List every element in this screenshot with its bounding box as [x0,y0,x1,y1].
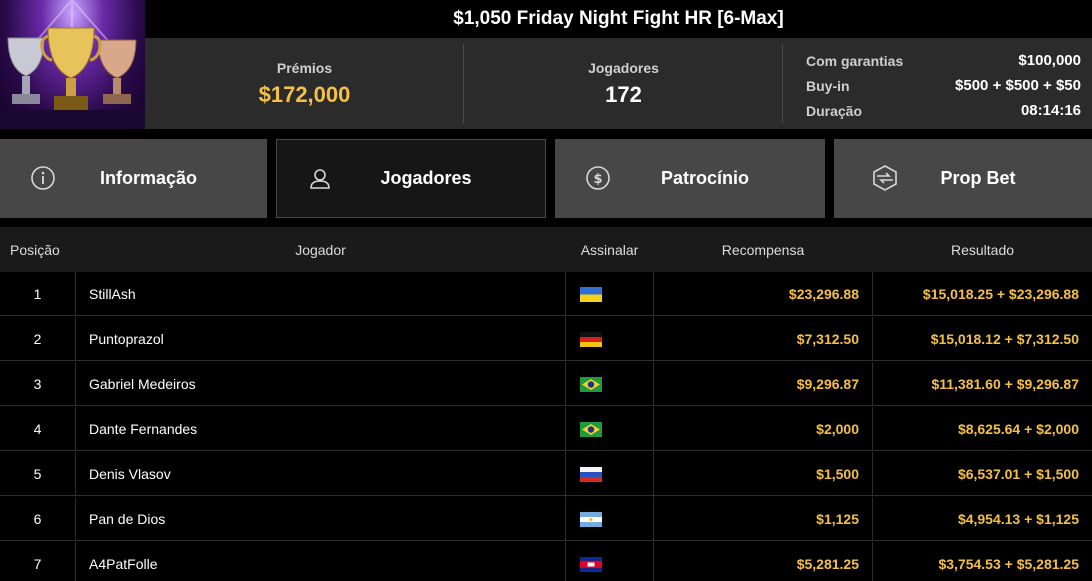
flag-cell [566,317,653,361]
divider [782,44,783,123]
tournament-info-bar: Prémios $172,000 Jogadores 172 Com garan… [145,38,1092,129]
player-name[interactable]: Pan de Dios [76,497,565,541]
result-cell: $11,381.60 + $9,296.87 [931,376,1079,392]
flag-cell [566,362,653,406]
player-name[interactable]: Dante Fernandes [76,407,565,451]
detail-duration: Duração 08:14:16 [806,98,1081,123]
ukraine-flag-icon [580,286,602,302]
reward-cell: $7,312.50 [796,331,859,347]
flag-cell [566,452,653,496]
brazil-flag-icon [580,376,602,392]
table-row[interactable]: 1 StillAsh $23,296.88 $15,018.25 + $23,296.… [0,272,1092,316]
position-cell: 1 [33,286,42,302]
tab-patrocinio[interactable]: $ Patrocínio [555,139,825,218]
position-cell: 7 [33,556,42,572]
players-label: Jogadores [588,59,659,76]
column-header-reward[interactable]: Recompensa [654,227,872,272]
position-cell: 5 [33,466,42,482]
column-header-player[interactable]: Jogador [76,227,565,272]
flag-cell [566,497,653,541]
brazil-flag-icon [580,421,602,437]
detail-value: $100,000 [1018,52,1081,69]
player-name[interactable]: Denis Vlasov [76,452,565,496]
reward-cell: $9,296.87 [796,376,859,392]
position-cell: 3 [33,376,42,392]
table-row[interactable]: 3 Gabriel Medeiros $9,296.87 $11,381.60 + $… [0,362,1092,406]
column-header-result[interactable]: Resultado [873,227,1092,272]
flag-cell [566,272,653,316]
trophy-cups-image [0,0,145,129]
detail-value: 08:14:16 [1020,102,1081,119]
result-cell: $15,018.25 + $23,296.88 [922,286,1079,302]
player-name[interactable]: Puntoprazol [76,317,565,361]
germany-flag-icon [580,331,602,347]
prize-value: $172,000 [258,81,351,107]
players-count: 172 [605,81,642,107]
table-header: Posição Jogador Assinalar Recompensa Res… [0,227,1092,272]
column-header-flag[interactable]: Assinalar [566,227,653,272]
flag-cell [566,407,653,451]
svg-text:$: $ [593,172,602,187]
detail-value: $500 + $500 + $50 [955,77,1081,94]
reward-cell: $23,296.88 [788,286,859,302]
players-stat: Jogadores 172 [464,38,783,129]
reward-cell: $5,281.25 [796,556,859,572]
player-name[interactable]: StillAsh [76,272,565,316]
position-cell: 2 [33,331,42,347]
result-cell: $15,018.12 + $7,312.50 [930,331,1079,347]
detail-key: Com garantias [806,52,904,69]
prop-bet-icon [873,165,897,191]
table-row[interactable]: 7 A4PatFolle $5,281.25 $3,754.53 + $5,281.2… [0,542,1092,581]
reward-cell: $1,500 [816,466,859,482]
dollar-coin-icon: $ [586,166,610,190]
tab-jogadores[interactable]: Jogadores [276,139,546,218]
tournament-title: $1,050 Friday Night Fight HR [6-Max] [453,8,784,29]
result-cell: $4,954.13 + $1,125 [957,511,1079,527]
russia-flag-icon [580,466,602,482]
reward-cell: $2,000 [816,421,859,437]
position-cell: 4 [33,421,42,437]
result-cell: $6,537.01 + $1,500 [957,466,1079,482]
user-icon [310,169,330,189]
detail-guaranteed: Com garantias $100,000 [806,48,1081,73]
player-name[interactable]: A4PatFolle [76,542,565,581]
result-cell: $8,625.64 + $2,000 [957,421,1079,437]
position-cell: 6 [33,511,42,527]
info-icon [31,166,55,190]
table-row[interactable]: 4 Dante Fernandes $2,000 $8,625.64 + $2,000 [0,407,1092,451]
player-name[interactable]: Gabriel Medeiros [76,362,565,406]
detail-key: Buy-in [806,77,850,94]
tab-informacao[interactable]: Informação [0,139,267,218]
tab-bar: Informação Jogadores $ Patrocínio Prop B… [0,139,1092,218]
cambodia-flag-icon [580,556,602,572]
detail-key: Duração [806,102,863,119]
argentina-flag-icon [580,511,602,527]
result-cell: $3,754.53 + $5,281.25 [938,556,1079,572]
prize-label: Prémios [276,59,333,76]
column-header-position[interactable]: Posição [10,227,60,272]
prize-stat: Prémios $172,000 [145,38,464,129]
tab-prop-bet[interactable]: Prop Bet [834,139,1092,218]
reward-cell: $1,125 [816,511,859,527]
tournament-details: Com garantias $100,000 Buy-in $500 + $50… [783,38,1092,129]
table-row[interactable]: 2 Puntoprazol $7,312.50 $15,018.12 + $7,312… [0,317,1092,361]
table-row[interactable]: 5 Denis Vlasov $1,500 $6,537.01 + $1,500 [0,452,1092,496]
flag-cell [566,542,653,581]
table-row[interactable]: 6 Pan de Dios $1,125 $4,954.13 + $1,125 [0,497,1092,541]
detail-buyin: Buy-in $500 + $500 + $50 [806,73,1081,98]
